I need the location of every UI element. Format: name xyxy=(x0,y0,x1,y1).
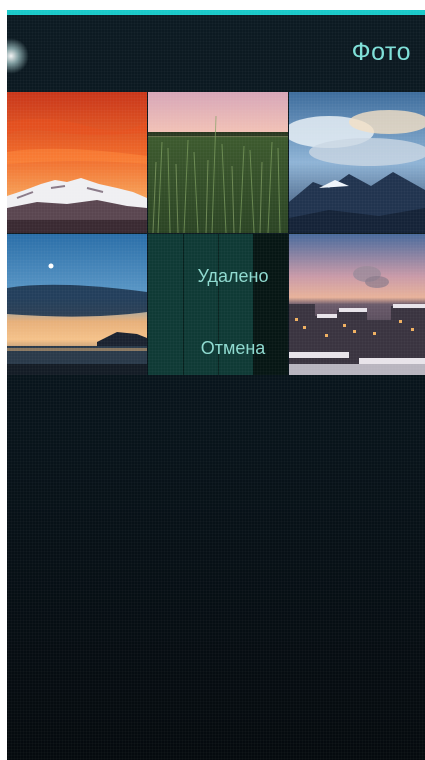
photo-grass-field-image xyxy=(148,92,288,233)
pulley-menu-indicator-icon[interactable] xyxy=(7,38,29,74)
top-accent-bar xyxy=(7,10,425,15)
photo-thumbnail-sea-twilight[interactable] xyxy=(7,234,147,375)
photo-thumbnail-city-dusk[interactable] xyxy=(289,234,425,375)
photo-city-dusk-image xyxy=(289,234,425,375)
photo-thumbnail-cloudy-mountains[interactable] xyxy=(289,92,425,233)
gallery-screen: Фото Удалено Отмена xyxy=(7,10,425,760)
photo-cloudy-mountains-image xyxy=(289,92,425,233)
photo-grid: Удалено Отмена xyxy=(7,92,425,376)
deleted-status-label: Удалено xyxy=(197,266,269,286)
page-title: Фото xyxy=(351,38,411,66)
photo-mountain-sunset-image xyxy=(7,92,147,233)
photo-thumbnail-mountain-sunset[interactable] xyxy=(7,92,147,233)
photo-sea-twilight-image xyxy=(7,234,147,375)
photo-thumbnail-grass-field[interactable] xyxy=(148,92,288,233)
deleted-photo-tile: Удалено Отмена xyxy=(148,234,288,375)
undo-delete-button[interactable]: Отмена xyxy=(148,338,288,359)
